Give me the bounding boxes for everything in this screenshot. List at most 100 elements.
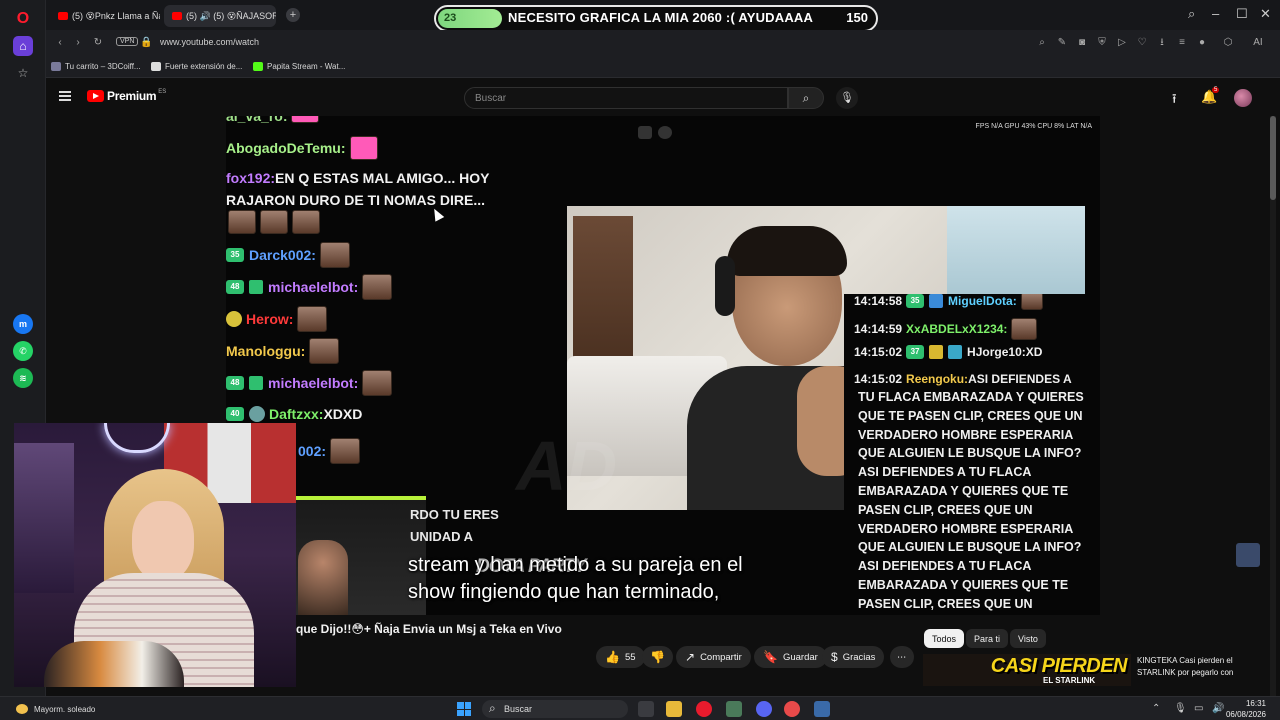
date: 06/08/2026 <box>1225 710 1266 719</box>
chip-watched[interactable]: Visto <box>1010 629 1046 648</box>
taskbar-search[interactable]: Buscar <box>482 700 628 718</box>
thanks-label: Gracias <box>842 651 876 663</box>
bookmark-2[interactable]: Fuerte extensión de... <box>151 62 242 71</box>
tab-2[interactable]: (5) 🔊 (5) 😵ÑAJASOR le Re <box>164 5 276 27</box>
youtube-logo[interactable]: Premium ES <box>87 89 166 103</box>
windows-start-icon[interactable] <box>457 702 471 716</box>
opera-logo-icon[interactable]: O <box>13 9 33 29</box>
weather-text[interactable]: Mayorm. soleado <box>34 705 95 714</box>
emote-icon <box>330 438 361 464</box>
zoom-icon[interactable]: ⌕ <box>1036 37 1048 49</box>
mini-clip-overlay <box>296 496 426 615</box>
snapshot-icon[interactable]: ✎ <box>1056 37 1068 49</box>
chat-user: Reengoku: <box>906 372 969 386</box>
account-avatar[interactable] <box>1234 89 1252 107</box>
floating-widget[interactable] <box>1236 543 1260 567</box>
close-icon[interactable]: ✕ <box>1260 6 1271 22</box>
chat-message: RAJARON DURO DE TI NOMAS DIRE... <box>226 192 486 208</box>
heart-icon[interactable]: ♡ <box>1136 37 1148 49</box>
emote-icon <box>292 210 320 234</box>
messenger-icon[interactable]: m <box>13 314 33 334</box>
download-icon[interactable]: ⭳ <box>1156 37 1168 49</box>
scroll-thumb[interactable] <box>1270 116 1276 200</box>
profile-icon[interactable]: ● <box>1196 37 1208 49</box>
video-player[interactable]: FPS N/A GPU 43% CPU 8% LAT N/A AD al_va_… <box>226 116 1100 615</box>
chat-user: HJorge10: <box>967 345 1026 359</box>
shield-icon[interactable]: ⛨ <box>1096 37 1108 49</box>
badge-icon <box>249 406 265 422</box>
chat-line: 002: <box>298 438 361 464</box>
ai-icon[interactable]: AI <box>1246 37 1270 49</box>
save-button[interactable]: 🔖 Guardar <box>754 646 827 668</box>
reload-icon[interactable]: ↻ <box>92 37 104 49</box>
volume-icon[interactable]: 🔊 <box>1212 703 1224 714</box>
chat-message-body: TU FLACA EMBARAZADA Y QUIERES QUE TE PAS… <box>858 390 1084 611</box>
bookmark-1[interactable]: Tu carrito – 3DCoiff... <box>51 62 141 71</box>
tab-1[interactable]: (5) 😵Pnkz Llama a Ñajas <box>50 5 160 27</box>
app-icon[interactable] <box>726 701 742 717</box>
back-icon[interactable]: ‹ <box>54 37 66 49</box>
player-icon[interactable]: ▷ <box>1116 37 1128 49</box>
chip-for-you[interactable]: Para ti <box>966 629 1009 648</box>
search-tabs-icon[interactable]: ⌕ <box>1188 6 1195 22</box>
weather-sun-icon[interactable] <box>16 704 28 714</box>
chat-line: Manologgu: <box>226 338 340 364</box>
file-explorer-icon[interactable] <box>666 701 682 717</box>
chat-line: Herow: <box>226 306 328 332</box>
sub-badge: 35 <box>906 294 925 308</box>
home-icon[interactable]: ⌂ <box>13 36 33 56</box>
lock-icon[interactable]: 🔒 <box>140 37 152 49</box>
upload-icon[interactable]: ⭱ <box>1172 90 1177 112</box>
bookmark-3[interactable]: Papita Stream - Wat... <box>253 62 345 71</box>
hamburger-menu-icon[interactable] <box>59 91 71 101</box>
search-button[interactable]: ⌕ <box>788 87 824 109</box>
emote-icon <box>309 338 340 364</box>
chat-user: Manologgu: <box>226 343 306 359</box>
search-box <box>464 87 788 109</box>
share-label: Compartir <box>700 651 742 663</box>
opera-taskbar-icon[interactable] <box>696 701 712 717</box>
page-scrollbar[interactable] <box>1270 116 1276 696</box>
emote-icon <box>297 306 328 332</box>
bookmark-icon[interactable]: ☆ <box>13 63 33 83</box>
clock[interactable]: 16:31 06/08/2026 <box>1226 698 1266 720</box>
camera-icon[interactable]: ◙ <box>1076 37 1088 49</box>
youtube-favicon-icon <box>172 12 182 20</box>
chip-all[interactable]: Todos <box>924 629 965 648</box>
thanks-button[interactable]: $ Gracias <box>822 646 885 668</box>
microphone-icon[interactable]: 🎙 <box>1174 703 1187 714</box>
more-actions-button[interactable]: ⋯ <box>890 646 914 668</box>
sub-badge: 40 <box>226 407 244 421</box>
window <box>947 206 1085 296</box>
recommended-title[interactable]: KINGTEKA Casi pierden el STARLINK por pe… <box>1137 655 1267 679</box>
tray-chevron-icon[interactable]: ⌃ <box>1152 703 1160 714</box>
chat-line: 14:15:02 Reengoku: ASI DEFIENDES A <box>854 372 1072 386</box>
settings-icon[interactable] <box>814 701 830 717</box>
recommended-thumbnail[interactable]: CASI PIERDEN EL STARLINK <box>923 654 1131 686</box>
minimize-icon[interactable]: – <box>1212 6 1219 21</box>
new-tab-button[interactable]: + <box>286 8 300 22</box>
spotify-icon[interactable]: ≋ <box>13 368 33 388</box>
app-icon[interactable] <box>784 701 800 717</box>
save-label: Guardar <box>782 651 818 663</box>
voice-search-button[interactable]: 🎙 <box>836 87 858 109</box>
extension-icon[interactable]: ⬡ <box>1222 37 1234 49</box>
emote-icon <box>1020 294 1043 310</box>
maximize-icon[interactable]: ☐ <box>1236 6 1248 22</box>
task-view-icon[interactable] <box>638 701 654 717</box>
like-button[interactable]: 👍 55 <box>596 646 645 668</box>
share-button[interactable]: ↗ Compartir <box>676 646 751 668</box>
emote-icon <box>349 136 378 160</box>
discord-icon[interactable] <box>756 701 772 717</box>
time: 16:31 <box>1245 699 1266 708</box>
vpn-badge[interactable]: VPN <box>116 37 139 46</box>
bookmark-icon: 🔖 <box>763 650 778 664</box>
network-icon[interactable]: ▭ <box>1194 703 1203 714</box>
forward-icon[interactable]: › <box>72 37 84 49</box>
search-input[interactable] <box>475 92 775 105</box>
whatsapp-icon[interactable]: ✆ <box>13 341 33 361</box>
dislike-button[interactable]: 👎 <box>642 646 673 668</box>
menu-icon[interactable]: ≡ <box>1176 37 1188 49</box>
chat-line: 48 michaelelbot: <box>226 274 393 300</box>
url-field[interactable]: www.youtube.com/watch <box>160 37 259 47</box>
